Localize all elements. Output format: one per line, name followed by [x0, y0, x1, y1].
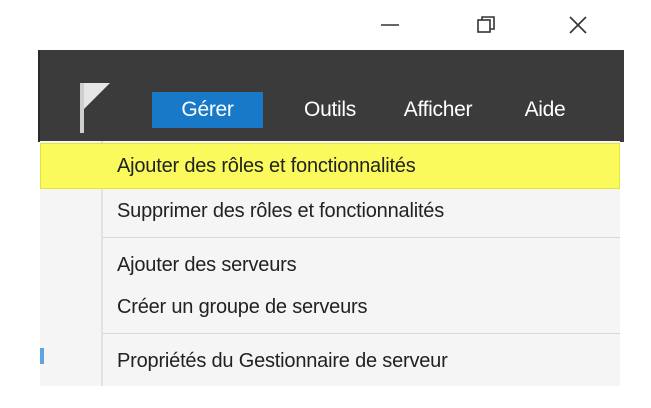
background-edge-fragment	[40, 348, 44, 364]
minimize-button[interactable]	[340, 0, 440, 50]
close-icon	[569, 16, 587, 34]
menu-tools[interactable]: Outils	[294, 92, 366, 128]
menu-item-label: Ajouter des serveurs	[117, 253, 297, 276]
menu-view[interactable]: Afficher	[392, 92, 484, 128]
menu-item-add-servers[interactable]: Ajouter des serveurs	[103, 244, 620, 286]
menu-item-create-server-group[interactable]: Créer un groupe de serveurs	[103, 286, 620, 328]
menu-separator	[103, 333, 620, 334]
flag-icon[interactable]	[78, 83, 112, 133]
minimize-icon	[381, 24, 399, 26]
menu-item-label: Supprimer des rôles et fonctionnalités	[117, 199, 445, 222]
menu-bar-divider	[38, 50, 40, 142]
menu-item-label: Créer un groupe de serveurs	[117, 295, 368, 318]
menu-item-server-manager-properties[interactable]: Propriétés du Gestionnaire de serveur	[103, 340, 620, 382]
menu-help[interactable]: Aide	[516, 92, 574, 128]
menu-separator	[103, 237, 620, 238]
menu-item-add-roles[interactable]: Ajouter des rôles et fonctionnalités	[40, 143, 620, 189]
menu-item-remove-roles[interactable]: Supprimer des rôles et fonctionnalités	[103, 190, 620, 232]
restore-button[interactable]	[436, 0, 536, 50]
restore-icon	[477, 16, 495, 33]
menu-item-label: Ajouter des rôles et fonctionnalités	[117, 154, 416, 177]
menu-item-label: Propriétés du Gestionnaire de serveur	[117, 349, 448, 372]
menu-manage[interactable]: Gérer	[152, 92, 263, 128]
close-button[interactable]	[528, 0, 628, 50]
